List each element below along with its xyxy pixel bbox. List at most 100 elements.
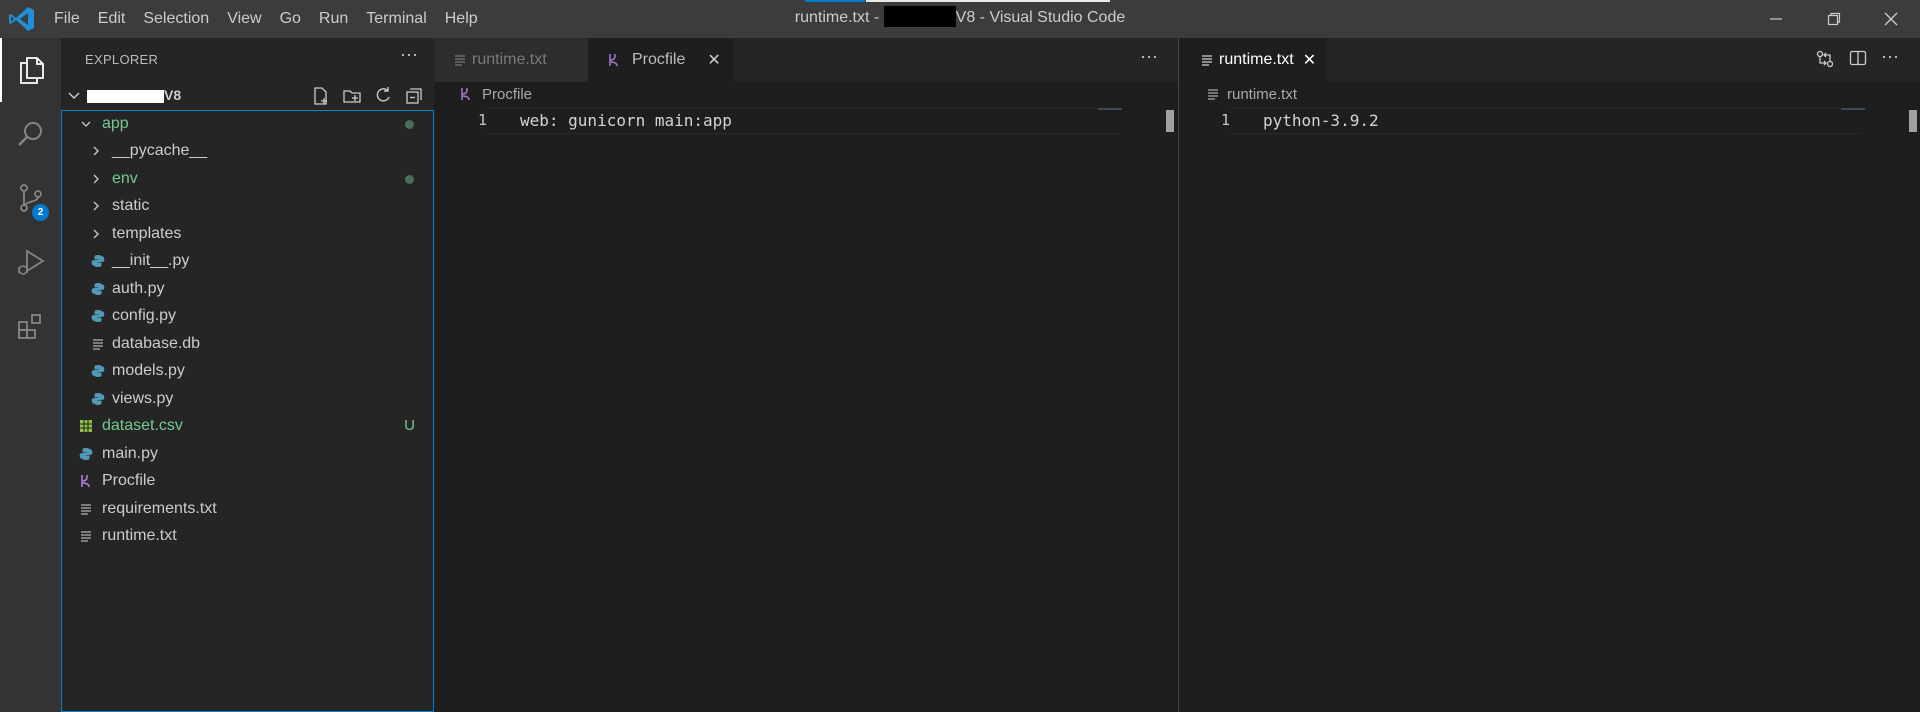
explorer-more-button[interactable]: ··· <box>400 44 418 65</box>
tab-close-button[interactable]: ✕ <box>707 50 720 70</box>
tab-close-button[interactable]: ✕ <box>1303 50 1316 70</box>
tree-item-label: __init__.py <box>112 252 190 269</box>
untracked-badge: U <box>404 417 415 434</box>
explorer-activity[interactable] <box>0 38 61 102</box>
tab-bar-left: runtime.txt Procfile ✕ ··· <box>434 38 1178 82</box>
tree-item-static[interactable]: static <box>62 193 433 220</box>
title-accent-bar <box>805 0 865 2</box>
tab-label: runtime.txt <box>472 51 547 68</box>
new-file-button[interactable] <box>308 85 333 107</box>
workspace-actions <box>308 85 426 107</box>
tree-item-label: main.py <box>102 445 159 462</box>
tree-item-runtime-txt[interactable]: runtime.txt <box>62 523 433 550</box>
tree-item-models-py[interactable]: models.py <box>62 358 433 385</box>
breadcrumb-item[interactable]: runtime.txt <box>1227 86 1297 103</box>
collapse-all-button[interactable] <box>401 85 426 107</box>
run-debug-activity[interactable] <box>0 230 61 294</box>
menu-view[interactable]: View <box>218 0 270 38</box>
scm-badge: 2 <box>32 204 49 221</box>
menu-file[interactable]: File <box>45 0 89 38</box>
procfile-icon <box>609 54 618 67</box>
workspace-name: V8 <box>164 87 182 103</box>
chevron-right-icon <box>88 170 104 188</box>
editor-group-left: runtime.txt Procfile ✕ ··· Procfile 1 we… <box>434 38 1178 712</box>
code-text: web: gunicorn main:app <box>520 111 732 130</box>
python-file-icon <box>90 281 106 297</box>
procfile-icon <box>461 88 470 101</box>
scrollbar-thumb[interactable] <box>1909 110 1917 132</box>
restore-button[interactable] <box>1805 0 1863 38</box>
vscode-logo-icon[interactable] <box>8 6 36 32</box>
search-activity[interactable] <box>0 102 61 166</box>
open-changes-button[interactable] <box>1815 49 1835 74</box>
tree-item-label: __pycache__ <box>112 142 208 159</box>
workspace-folder-row[interactable]: V8 <box>61 82 434 110</box>
code-line[interactable]: 1 python-3.9.2 <box>1179 108 1920 134</box>
tree-item-pycache[interactable]: __pycache__ <box>62 138 433 165</box>
menu-run[interactable]: Run <box>310 0 357 38</box>
tree-item-templates[interactable]: templates <box>62 221 433 248</box>
refresh-icon <box>376 87 390 102</box>
chevron-down-icon <box>68 92 80 99</box>
text-file-icon <box>455 55 465 66</box>
csv-file-icon <box>78 418 94 434</box>
chevron-right-icon <box>88 142 104 160</box>
python-file-icon <box>90 253 106 269</box>
new-file-icon <box>313 87 327 105</box>
menu-selection[interactable]: Selection <box>134 0 218 38</box>
new-folder-icon <box>342 90 361 103</box>
new-folder-button[interactable] <box>339 85 364 107</box>
menu-go[interactable]: Go <box>271 0 310 38</box>
text-file-icon <box>78 501 94 517</box>
minimize-button[interactable] <box>1747 0 1805 38</box>
chevron-right-icon <box>88 225 104 243</box>
breadcrumb: Procfile <box>460 82 532 106</box>
tree-item-label: Procfile <box>102 472 156 489</box>
editor-more-button[interactable]: ··· <box>1881 46 1899 67</box>
refresh-button[interactable] <box>370 85 395 107</box>
tree-item-database-db[interactable]: database.db <box>62 331 433 358</box>
tree-item-label: templates <box>112 225 182 242</box>
tree-item-views-py[interactable]: views.py <box>62 386 433 413</box>
tree-item-app[interactable]: app <box>62 111 433 138</box>
tree-item-main-py[interactable]: main.py <box>62 441 433 468</box>
minimap[interactable] <box>1841 108 1865 110</box>
source-control-activity[interactable]: 2 <box>0 166 61 230</box>
tree-item-config-py[interactable]: config.py <box>62 303 433 330</box>
extensions-activity[interactable] <box>0 294 61 358</box>
tree-item-label: env <box>112 170 138 187</box>
tree-item-env[interactable]: env <box>62 166 433 193</box>
scrollbar-thumb[interactable] <box>1166 110 1174 132</box>
text-file-icon <box>90 336 106 352</box>
split-editor-icon <box>1849 50 1867 66</box>
files-icon <box>19 57 44 84</box>
tab-runtime-txt[interactable]: runtime.txt <box>434 38 588 82</box>
code-line[interactable]: 1 web: gunicorn main:app <box>434 108 1178 134</box>
window-title-prefix: runtime.txt - <box>794 9 884 26</box>
menu-help[interactable]: Help <box>436 0 487 38</box>
collapse-all-icon <box>405 88 422 104</box>
breadcrumb-item[interactable]: Procfile <box>482 86 532 103</box>
procfile-icon <box>78 473 94 489</box>
tree-item-dataset-csv[interactable]: dataset.csv U <box>62 413 433 440</box>
tab-runtime-txt-active[interactable]: runtime.txt ✕ <box>1179 38 1327 82</box>
tree-item-requirements-txt[interactable]: requirements.txt <box>62 496 433 523</box>
menu-terminal[interactable]: Terminal <box>357 0 435 38</box>
code-text: python-3.9.2 <box>1263 111 1379 130</box>
close-window-button[interactable] <box>1862 0 1920 38</box>
split-editor-button[interactable] <box>1849 49 1867 72</box>
tree-item-procfile[interactable]: Procfile <box>62 468 433 495</box>
minimap[interactable] <box>1098 108 1122 110</box>
line-number: 1 <box>478 111 488 129</box>
tree-item-label: database.db <box>112 335 201 352</box>
tree-item-label: static <box>112 197 150 214</box>
editor-more-button[interactable]: ··· <box>1140 46 1158 67</box>
tab-bar-right: runtime.txt ✕ ··· <box>1179 38 1920 82</box>
tree-item-auth-py[interactable]: auth.py <box>62 276 433 303</box>
close-icon <box>1884 12 1898 26</box>
menu-edit[interactable]: Edit <box>89 0 135 38</box>
search-icon <box>17 122 42 146</box>
tab-procfile[interactable]: Procfile ✕ <box>588 38 734 82</box>
tree-item-init-py[interactable]: __init__.py <box>62 248 433 275</box>
title-bar: File Edit Selection View Go Run Terminal… <box>0 0 1920 38</box>
